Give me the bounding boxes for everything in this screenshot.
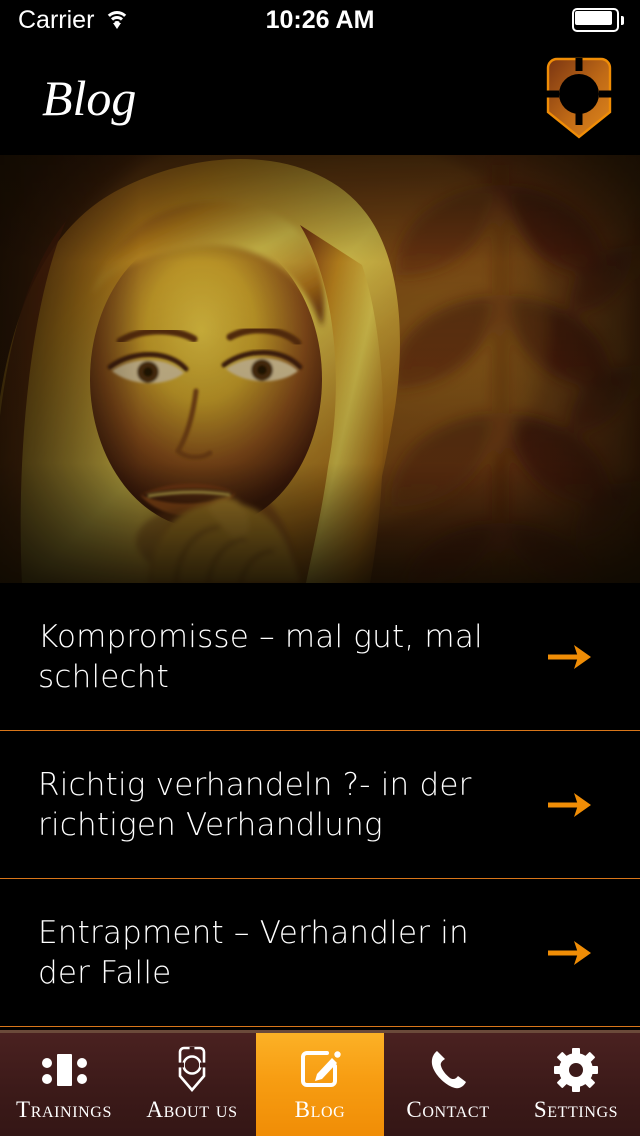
tab-contact[interactable]: Contact xyxy=(384,1033,512,1136)
hero-image xyxy=(0,155,640,583)
shield-crosshair-logo-icon[interactable] xyxy=(544,56,614,140)
table-row[interactable]: Richtig verhandeln ?- in der richtigen V… xyxy=(0,731,640,879)
tab-label: Settings xyxy=(533,1097,619,1122)
app-screen: Carrier 10:26 AM Blog Kompromisse – mal … xyxy=(0,0,640,1136)
gear-icon xyxy=(549,1045,603,1095)
table-row[interactable]: Kompromisse – mal gut, mal schlecht xyxy=(0,583,640,731)
tab-label: About Us xyxy=(146,1097,238,1122)
phone-icon xyxy=(421,1045,475,1095)
battery-full-icon xyxy=(572,8,624,32)
tab-label: Blog xyxy=(294,1097,346,1122)
tab-settings[interactable]: Settings xyxy=(512,1033,640,1136)
post-title: Kompromisse – mal gut, mal schlecht xyxy=(38,618,483,695)
arrow-right-icon[interactable] xyxy=(547,642,594,672)
compose-pencil-icon xyxy=(293,1045,347,1095)
post-title: Entrapment – Verhandler in der Falle xyxy=(38,914,469,991)
table-row[interactable]: Entrapment – Verhandler in der Falle xyxy=(0,879,640,1027)
arrow-right-icon[interactable] xyxy=(547,790,594,820)
page-title: Blog xyxy=(42,69,137,126)
navigation-bar: Blog xyxy=(0,40,640,155)
tab-about-us[interactable]: About Us xyxy=(128,1033,256,1136)
meeting-table-icon xyxy=(37,1045,91,1095)
arrow-right-icon[interactable] xyxy=(547,938,594,968)
blog-post-list: Kompromisse – mal gut, mal schlecht Rich… xyxy=(0,583,640,1030)
tab-label: Contact xyxy=(406,1097,490,1122)
tab-blog[interactable]: Blog xyxy=(256,1033,384,1136)
tab-bar: Trainings About Us xyxy=(0,1030,640,1136)
clock-label: 10:26 AM xyxy=(265,5,375,34)
tab-label: Trainings xyxy=(16,1097,112,1122)
status-bar: Carrier 10:26 AM xyxy=(0,0,640,40)
tab-trainings[interactable]: Trainings xyxy=(0,1033,128,1136)
hero-portrait-illustration xyxy=(0,155,640,583)
post-title: Richtig verhandeln ?- in der richtigen V… xyxy=(38,766,472,843)
shield-crosshair-icon xyxy=(165,1045,219,1095)
